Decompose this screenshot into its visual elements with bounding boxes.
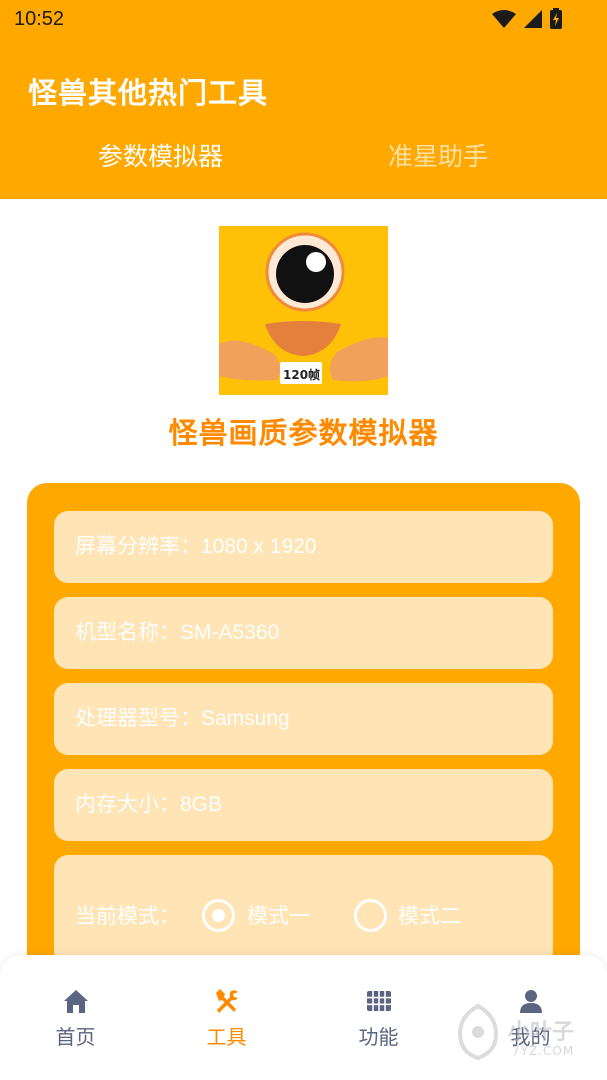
resolution-field: 屏幕分辨率：1080 x 1920 (54, 511, 553, 583)
status-bar: 10:52 (0, 0, 607, 42)
wifi-icon (492, 10, 516, 28)
mode-two-label[interactable]: 模式二 (398, 900, 461, 930)
watermark-sub: 7YZ.COM (512, 1044, 575, 1058)
mode-one-radio[interactable] (202, 899, 235, 932)
section-subtitle: 怪兽画质参数模拟器 (168, 416, 439, 450)
device-model-field: 机型名称：SM-A5360 (54, 597, 553, 669)
app-logo: 120帧 (219, 226, 388, 395)
nav-label-tools: 工具 (206, 1025, 247, 1049)
watermark: 小叶子 7YZ.COM (450, 1002, 600, 1072)
watermark-text: 小叶子 (508, 1020, 575, 1045)
home-icon (64, 990, 88, 1013)
mode-two-radio[interactable] (354, 899, 387, 932)
mode-label: 当前模式： (75, 904, 180, 928)
tab-param-simulator[interactable]: 参数模拟器 (98, 137, 223, 173)
memory-field: 内存大小：8GB (54, 769, 553, 841)
signal-icon (524, 10, 542, 28)
processor-field: 处理器型号：Samsung (54, 683, 553, 755)
battery-icon (550, 8, 562, 29)
status-time: 10:52 (14, 8, 65, 30)
leaf-logo-icon (457, 1003, 499, 1061)
tools-icon (216, 989, 238, 1013)
nav-item-home[interactable]: 首页 (0, 955, 151, 1080)
nav-label-home: 首页 (55, 1025, 96, 1049)
nav-label-functions: 功能 (358, 1025, 399, 1049)
radio-selected-dot (212, 909, 225, 922)
tab-crosshair-helper[interactable]: 准星助手 (388, 137, 488, 173)
grid-icon (367, 991, 391, 1011)
app-header: 10:52 怪兽其他热门工具 参数模拟器 准星助手 (0, 0, 607, 199)
status-icons (491, 8, 563, 30)
mode-one-label[interactable]: 模式一 (247, 900, 310, 930)
nav-item-functions[interactable]: 功能 (303, 955, 454, 1080)
page-title: 怪兽其他热门工具 (28, 76, 269, 110)
nav-item-tools[interactable]: 工具 (151, 955, 302, 1080)
mode-selector: 当前模式： 模式一 模式二 (54, 855, 553, 965)
logo-badge-text: 120帧 (283, 368, 321, 382)
